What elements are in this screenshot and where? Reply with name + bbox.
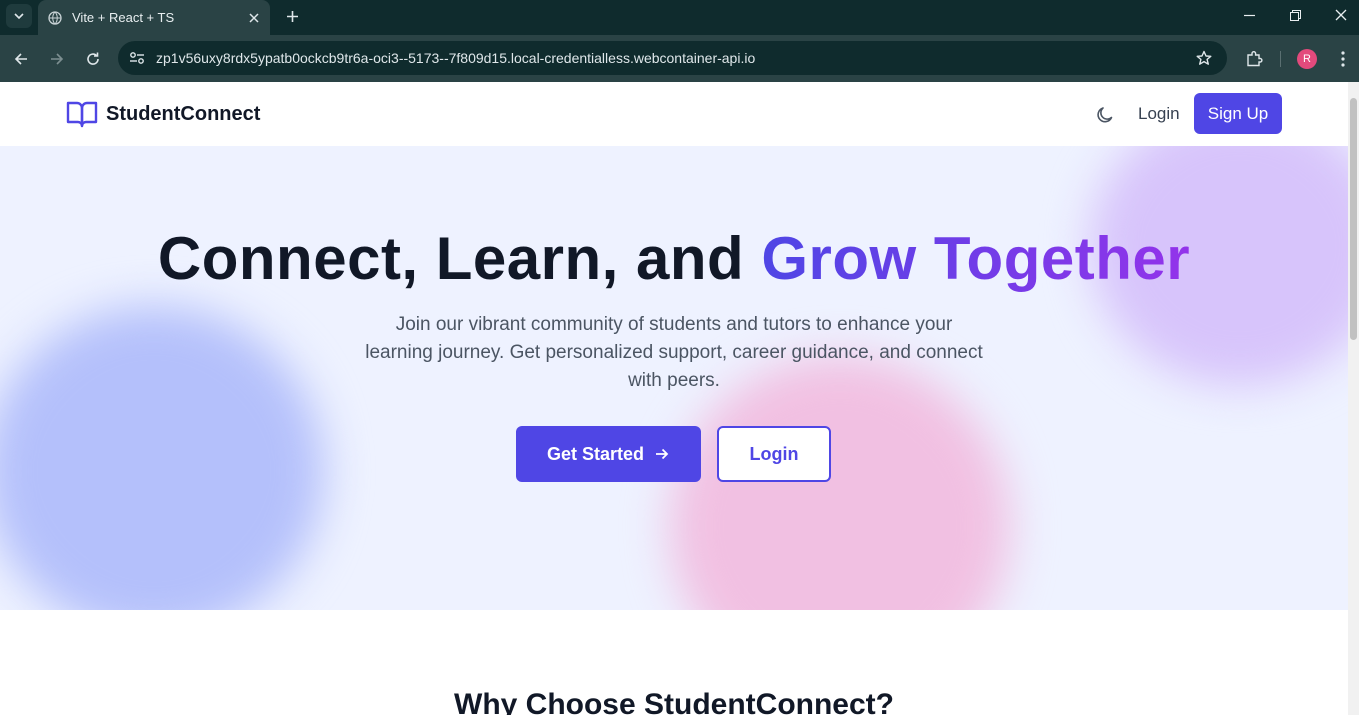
bookmark-star-icon[interactable] [1187, 41, 1221, 75]
reload-button[interactable] [79, 45, 107, 73]
puzzle-icon [1247, 51, 1263, 67]
forward-button[interactable] [43, 45, 71, 73]
reload-icon [87, 52, 99, 65]
site-settings-icon[interactable] [120, 41, 154, 75]
tab-close-icon[interactable] [240, 4, 268, 32]
page-scrollbar[interactable] [1348, 82, 1359, 715]
browser-tab-strip: Vite + React + TS [0, 0, 1359, 35]
minimize-button[interactable] [1226, 0, 1272, 30]
hero-subtext: Join our vibrant community of students a… [365, 314, 983, 391]
toolbar-separator [1280, 51, 1281, 67]
close-window-button[interactable] [1318, 0, 1359, 30]
brand-name: StudentConnect [106, 102, 261, 125]
new-tab-button[interactable] [280, 4, 304, 28]
nav-login-link[interactable]: Login [1138, 104, 1180, 124]
restore-icon [1289, 9, 1301, 21]
nav-signup-button[interactable]: Sign Up [1194, 93, 1282, 134]
url-text[interactable]: zp1v56uxy8rdx5ypatb0ockcb9tr6a-oci3--517… [156, 50, 1187, 66]
decorative-blob-blue [0, 306, 324, 610]
address-bar[interactable]: zp1v56uxy8rdx5ypatb0ockcb9tr6a-oci3--517… [118, 41, 1227, 75]
chevron-down-icon [14, 13, 24, 20]
close-icon [1335, 9, 1347, 21]
hero-headline-accent: Grow Together [761, 225, 1191, 292]
profile-avatar[interactable]: R [1297, 49, 1317, 69]
get-started-button[interactable]: Get Started [516, 426, 701, 482]
back-button[interactable] [7, 45, 35, 73]
theme-toggle-button[interactable] [1092, 102, 1118, 128]
site-navbar: StudentConnect Login Sign Up [0, 82, 1348, 146]
restore-button[interactable] [1272, 0, 1318, 30]
open-book-icon [66, 101, 98, 128]
more-vertical-icon [1341, 51, 1345, 67]
scrollbar-thumb[interactable] [1350, 98, 1357, 340]
minimize-icon [1243, 14, 1255, 16]
hero-headline-main: Connect, Learn, and [157, 225, 762, 292]
moon-icon [1097, 107, 1113, 123]
plus-icon [286, 10, 298, 22]
tab-search-button[interactable] [6, 4, 32, 28]
tab-title: Vite + React + TS [72, 10, 175, 25]
globe-icon [48, 10, 62, 25]
browser-tab-active[interactable]: Vite + React + TS [38, 0, 270, 35]
browser-toolbar: zp1v56uxy8rdx5ypatb0ockcb9tr6a-oci3--517… [0, 35, 1359, 82]
arrow-left-icon [14, 53, 27, 65]
hero-login-button[interactable]: Login [717, 426, 831, 482]
hero-headline: Connect, Learn, and Grow Together [0, 224, 1348, 293]
get-started-label: Get Started [546, 443, 645, 464]
arrow-right-icon [654, 446, 670, 462]
features-section-title: Why Choose StudentConnect? [454, 688, 894, 715]
brand-logo[interactable]: StudentConnect [66, 100, 260, 128]
page-viewport: StudentConnect Login Sign Up Connect, Le… [0, 82, 1359, 715]
arrow-right-icon [51, 53, 64, 65]
browser-menu-button[interactable] [1330, 45, 1356, 73]
hero-section: Connect, Learn, and Grow Together Join o… [0, 146, 1348, 610]
extensions-button[interactable] [1240, 45, 1268, 73]
